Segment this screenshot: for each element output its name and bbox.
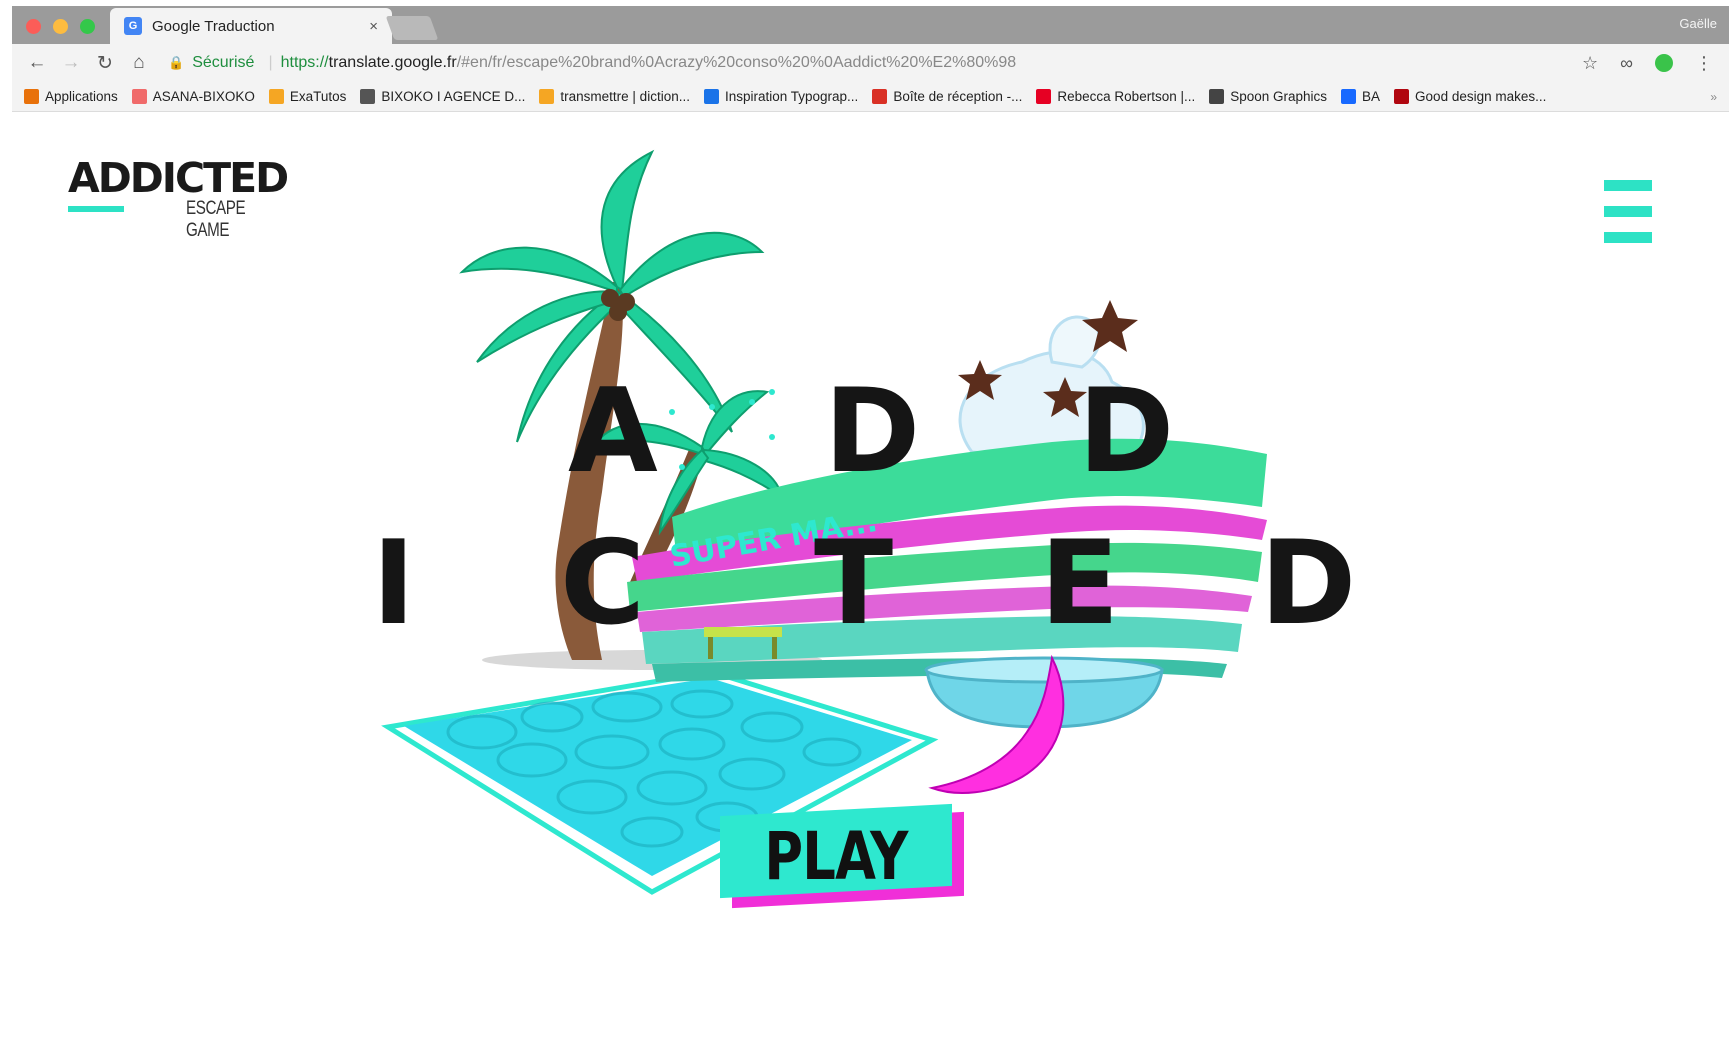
site-logo[interactable]: ADDICTED ESCAPE GAME (68, 154, 308, 241)
coconuts (601, 289, 635, 321)
logo-accent-bar (68, 206, 124, 212)
bookmark-label: transmettre | diction... (560, 89, 690, 104)
secure-label: Sécurisé (192, 54, 255, 71)
hero-letter-e: E (1040, 516, 1120, 651)
logo-subtitle: ESCAPE GAME (186, 198, 246, 241)
bookmark-label: Spoon Graphics (1230, 89, 1328, 104)
hamburger-menu-icon[interactable] (1604, 180, 1652, 244)
bookmark-item[interactable]: Boîte de réception -... (872, 89, 1022, 104)
ice-cream-swirl-2 (1048, 315, 1101, 369)
building-roof (672, 438, 1267, 562)
spoon-graphics-icon (1209, 89, 1225, 104)
zoom-window-button[interactable] (80, 19, 95, 34)
bookmark-item[interactable]: Good design makes... (1394, 89, 1546, 104)
bookmark-item[interactable]: ExaTutos (268, 89, 347, 104)
bookmark-label: Applications (45, 89, 118, 104)
hero-letter-d2: D (1078, 364, 1175, 499)
banana (928, 654, 1065, 794)
gmail-icon (872, 89, 888, 104)
hero-letter-c: C (560, 516, 646, 651)
building-layer-teal (642, 616, 1242, 664)
hero-letter-d1: D (824, 364, 921, 499)
building-layer-green (627, 542, 1262, 612)
logo-wordmark: ADDICTED (68, 154, 289, 202)
inspiration-icon (703, 89, 719, 104)
star-icon[interactable]: ☆ (1582, 53, 1598, 74)
bookmark-label: Good design makes... (1415, 89, 1547, 104)
play-button[interactable]: PLAY (720, 803, 966, 909)
google-translate-icon: G (124, 17, 142, 35)
toolbar-actions: ☆ ∞ ⋮ (1582, 53, 1713, 74)
bookmark-item[interactable]: transmettre | diction... (539, 89, 690, 104)
bookmark-item[interactable]: Applications (24, 89, 118, 104)
window-controls (26, 19, 95, 34)
bookmark-item[interactable]: Spoon Graphics (1209, 89, 1327, 104)
bookmark-label: Boîte de réception -... (893, 89, 1023, 104)
bookmark-item[interactable]: BIXOKO I AGENCE D... (360, 89, 525, 104)
building-base (652, 658, 1227, 682)
bench-leg-2 (772, 637, 777, 659)
bookmark-label: ASANA-BIXOKO (152, 89, 255, 104)
address-bar[interactable]: 🔒 Sécurisé | https:// translate.google.f… (168, 49, 1582, 77)
ground-shadow (482, 650, 822, 670)
tab-bar: G Google Traduction × Gaëlle (12, 6, 1729, 44)
apps-grid-icon (24, 89, 39, 104)
exatutos-icon (268, 89, 284, 104)
bookmark-label: BIXOKO I AGENCE D... (381, 89, 526, 104)
browser-chrome: G Google Traduction × Gaëlle ← → ↻ ⌂ 🔒 S… (12, 0, 1729, 112)
profile-name[interactable]: Gaëlle (1679, 16, 1717, 31)
bookmark-label: ExaTutos (289, 89, 347, 104)
url-host: translate.google.fr (328, 54, 457, 71)
bookmark-item[interactable]: Rebecca Robertson |... (1036, 89, 1195, 104)
url-separator: | (268, 54, 273, 71)
back-icon[interactable]: ← (22, 48, 52, 78)
building-layer-magenta-2 (637, 585, 1252, 632)
bookmark-item[interactable]: ASANA-BIXOKO (131, 89, 255, 104)
bookmark-label: Rebecca Robertson |... (1057, 89, 1196, 104)
bookmark-label: Inspiration Typograp... (724, 89, 859, 104)
addicted-page: SUPER MA... A D D I C T E D ADDICTED ESC… (12, 112, 1729, 1064)
bookmarks-overflow-icon[interactable]: » (1710, 90, 1717, 104)
toolbar: ← → ↻ ⌂ 🔒 Sécurisé | https:// translate.… (12, 44, 1729, 82)
bench (704, 627, 782, 637)
lock-icon: 🔒 (168, 55, 185, 70)
green-extension-icon[interactable] (1655, 54, 1673, 72)
tub-rim (924, 656, 1164, 684)
forward-icon[interactable]: → (56, 48, 86, 78)
home-icon[interactable]: ⌂ (124, 48, 154, 78)
hero-letter-a: A (568, 364, 658, 499)
tab-google-traduction[interactable]: G Google Traduction × (110, 8, 392, 44)
bookmark-item[interactable]: BA (1341, 89, 1380, 104)
hero-letter-t: T (814, 516, 894, 651)
adobe-icon (1394, 89, 1410, 104)
url-scheme: https:// (280, 54, 329, 71)
close-tab-icon[interactable]: × (369, 18, 378, 35)
minimize-window-button[interactable] (53, 19, 68, 34)
hero-letter-d3: D (1260, 516, 1357, 651)
dictionary-icon (539, 89, 555, 104)
bench-leg-1 (708, 637, 713, 659)
reload-icon[interactable]: ↻ (90, 48, 120, 78)
hero-letter-i: I (372, 516, 416, 651)
bookmark-item[interactable]: Inspiration Typograp... (703, 89, 859, 104)
decorative-dots (669, 389, 775, 470)
pinterest-icon (1036, 89, 1052, 104)
play-button-label: PLAY (764, 818, 908, 895)
behance-icon (1341, 89, 1357, 104)
extension-icon[interactable]: ∞ (1620, 53, 1633, 74)
close-window-button[interactable] (26, 19, 41, 34)
asana-icon (131, 89, 147, 104)
building-layer-magenta (632, 505, 1267, 582)
new-tab-button[interactable] (385, 16, 439, 40)
menu-dots-icon[interactable]: ⋮ (1695, 53, 1713, 74)
url-path: /#en/fr/escape%20brand%0Acrazy%20conso%2… (456, 54, 1017, 71)
bookmark-label: BA (1362, 89, 1381, 104)
bixoko-icon (360, 89, 376, 104)
tub (925, 668, 1164, 729)
tab-title: Google Traduction (152, 17, 275, 35)
bookmarks-bar: Applications ASANA-BIXOKO ExaTutos BIXOKO I… (12, 82, 1729, 112)
